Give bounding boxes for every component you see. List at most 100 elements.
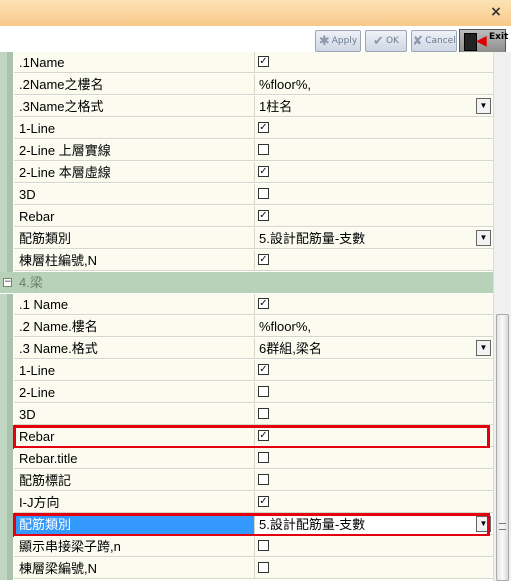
checkbox-unchecked[interactable] <box>258 452 269 463</box>
property-value[interactable]: ✓ <box>255 206 493 227</box>
property-name[interactable]: Rebar <box>14 426 255 447</box>
checkbox-unchecked[interactable] <box>258 144 269 155</box>
property-row[interactable]: 配筋類別 5.設計配筋量-支數 ▼ <box>0 514 493 536</box>
property-value[interactable]: ✓ <box>255 52 493 73</box>
property-name[interactable]: 1-Line <box>14 360 255 381</box>
property-name[interactable]: 3D <box>14 184 255 205</box>
checkbox-unchecked[interactable] <box>258 188 269 199</box>
checkbox-unchecked[interactable] <box>258 474 269 485</box>
checkbox-unchecked[interactable] <box>258 562 269 573</box>
property-row[interactable]: 2-Line 本層虛線 ✓ <box>0 162 493 184</box>
property-row[interactable]: 配筋標記 <box>0 470 493 492</box>
property-value[interactable] <box>255 448 493 469</box>
dropdown-value[interactable]: 5.設計配筋量-支數 <box>259 517 365 532</box>
property-name[interactable]: .3Name之格式 <box>14 96 255 117</box>
property-row[interactable]: I-J方向 ✓ <box>0 492 493 514</box>
property-row[interactable]: Rebar.title <box>0 448 493 470</box>
property-row[interactable]: 顯示串接梁子跨,n <box>0 536 493 558</box>
property-name[interactable]: 配筋標記 <box>14 470 255 491</box>
property-value[interactable]: 5.設計配筋量-支數 ▼ <box>255 514 493 535</box>
property-name[interactable]: 1-Line <box>14 118 255 139</box>
property-value[interactable] <box>255 184 493 205</box>
dropdown-value[interactable]: 1柱名 <box>259 99 292 114</box>
text-value[interactable]: %floor%, <box>259 77 311 92</box>
vertical-scrollbar[interactable] <box>493 52 511 581</box>
property-name[interactable]: .1 Name <box>14 294 255 315</box>
property-value[interactable]: ✓ <box>255 426 493 447</box>
property-row[interactable]: 配筋類別 5.設計配筋量-支數 ▼ <box>0 228 493 250</box>
text-value[interactable]: %floor%, <box>259 319 311 334</box>
property-row[interactable]: Rebar ✓ <box>0 426 493 448</box>
checkbox-checked[interactable]: ✓ <box>258 210 269 221</box>
property-row[interactable]: 棟層柱編號,N ✓ <box>0 250 493 272</box>
dropdown-arrow-icon[interactable]: ▼ <box>476 98 491 114</box>
property-row[interactable]: .3Name之格式 1柱名 ▼ <box>0 96 493 118</box>
ok-button[interactable]: ✔ OK <box>365 30 407 52</box>
property-name[interactable]: 顯示串接梁子跨,n <box>14 536 255 557</box>
property-name[interactable]: I-J方向 <box>14 492 255 513</box>
property-value[interactable] <box>255 404 493 425</box>
checkbox-checked[interactable]: ✓ <box>258 56 269 67</box>
property-row[interactable]: .2Name之樓名 %floor%, <box>0 74 493 96</box>
checkbox-checked[interactable]: ✓ <box>258 430 269 441</box>
dropdown-arrow-icon[interactable]: ▼ <box>476 230 491 246</box>
property-name[interactable]: .2Name之樓名 <box>14 74 255 95</box>
property-name[interactable]: 2-Line 上層實線 <box>14 140 255 161</box>
dropdown-value[interactable]: 5.設計配筋量-支數 <box>259 231 365 246</box>
property-value[interactable] <box>255 558 493 579</box>
property-row[interactable]: 棟層梁編號,N <box>0 558 493 580</box>
property-row[interactable]: .1 Name ✓ <box>0 294 493 316</box>
property-row[interactable]: 1-Line ✓ <box>0 360 493 382</box>
property-name[interactable]: 配筋類別 <box>14 228 255 249</box>
checkbox-unchecked[interactable] <box>258 408 269 419</box>
checkbox-checked[interactable]: ✓ <box>258 496 269 507</box>
exit-button[interactable]: ◀ Exit <box>459 29 508 53</box>
collapse-toggle-icon[interactable]: − <box>3 278 12 287</box>
property-row[interactable]: .3 Name.格式 6群組,梁名 ▼ <box>0 338 493 360</box>
property-name[interactable]: 配筋類別 <box>14 514 255 535</box>
section-header-beam[interactable]: −4.梁 <box>0 272 493 293</box>
property-value[interactable]: 1柱名 ▼ <box>255 96 493 117</box>
property-row[interactable]: 3D <box>0 404 493 426</box>
checkbox-checked[interactable]: ✓ <box>258 298 269 309</box>
property-name[interactable]: .3 Name.格式 <box>14 338 255 359</box>
property-name[interactable]: Rebar <box>14 206 255 227</box>
property-value[interactable] <box>255 382 493 403</box>
property-value[interactable]: ✓ <box>255 118 493 139</box>
apply-button[interactable]: ✱ Apply <box>315 30 361 52</box>
property-row[interactable]: 2-Line <box>0 382 493 404</box>
property-value[interactable] <box>255 536 493 557</box>
property-value[interactable]: %floor%, <box>255 316 493 337</box>
property-value[interactable]: 6群組,梁名 ▼ <box>255 338 493 359</box>
property-value[interactable]: %floor%, <box>255 74 493 95</box>
property-name[interactable]: 棟層柱編號,N <box>14 250 255 271</box>
property-name[interactable]: 3D <box>14 404 255 425</box>
dropdown-arrow-icon[interactable]: ▼ <box>476 340 491 356</box>
property-value[interactable]: ✓ <box>255 250 493 271</box>
property-name[interactable]: 2-Line 本層虛線 <box>14 162 255 183</box>
checkbox-unchecked[interactable] <box>258 540 269 551</box>
property-name[interactable]: .1Name <box>14 52 255 73</box>
scroll-thumb[interactable] <box>496 314 509 581</box>
checkbox-checked[interactable]: ✓ <box>258 122 269 133</box>
cancel-button[interactable]: ✘ Cancel <box>411 30 457 52</box>
property-row[interactable]: Rebar ✓ <box>0 206 493 228</box>
property-value[interactable] <box>255 140 493 161</box>
property-row[interactable]: .1Name ✓ <box>0 52 493 74</box>
dropdown-arrow-icon[interactable]: ▼ <box>476 516 491 532</box>
property-value[interactable]: 5.設計配筋量-支數 ▼ <box>255 228 493 249</box>
checkbox-unchecked[interactable] <box>258 386 269 397</box>
property-value[interactable]: ✓ <box>255 360 493 381</box>
dropdown-value[interactable]: 6群組,梁名 <box>259 341 322 356</box>
checkbox-checked[interactable]: ✓ <box>258 254 269 265</box>
property-row[interactable]: 3D <box>0 184 493 206</box>
property-row[interactable]: 2-Line 上層實線 <box>0 140 493 162</box>
checkbox-checked[interactable]: ✓ <box>258 166 269 177</box>
property-value[interactable]: ✓ <box>255 162 493 183</box>
property-name[interactable]: 2-Line <box>14 382 255 403</box>
checkbox-checked[interactable]: ✓ <box>258 364 269 375</box>
property-value[interactable]: ✓ <box>255 492 493 513</box>
property-row[interactable]: .2 Name.樓名 %floor%, <box>0 316 493 338</box>
property-name[interactable]: 棟層梁編號,N <box>14 558 255 579</box>
property-value[interactable]: ✓ <box>255 294 493 315</box>
